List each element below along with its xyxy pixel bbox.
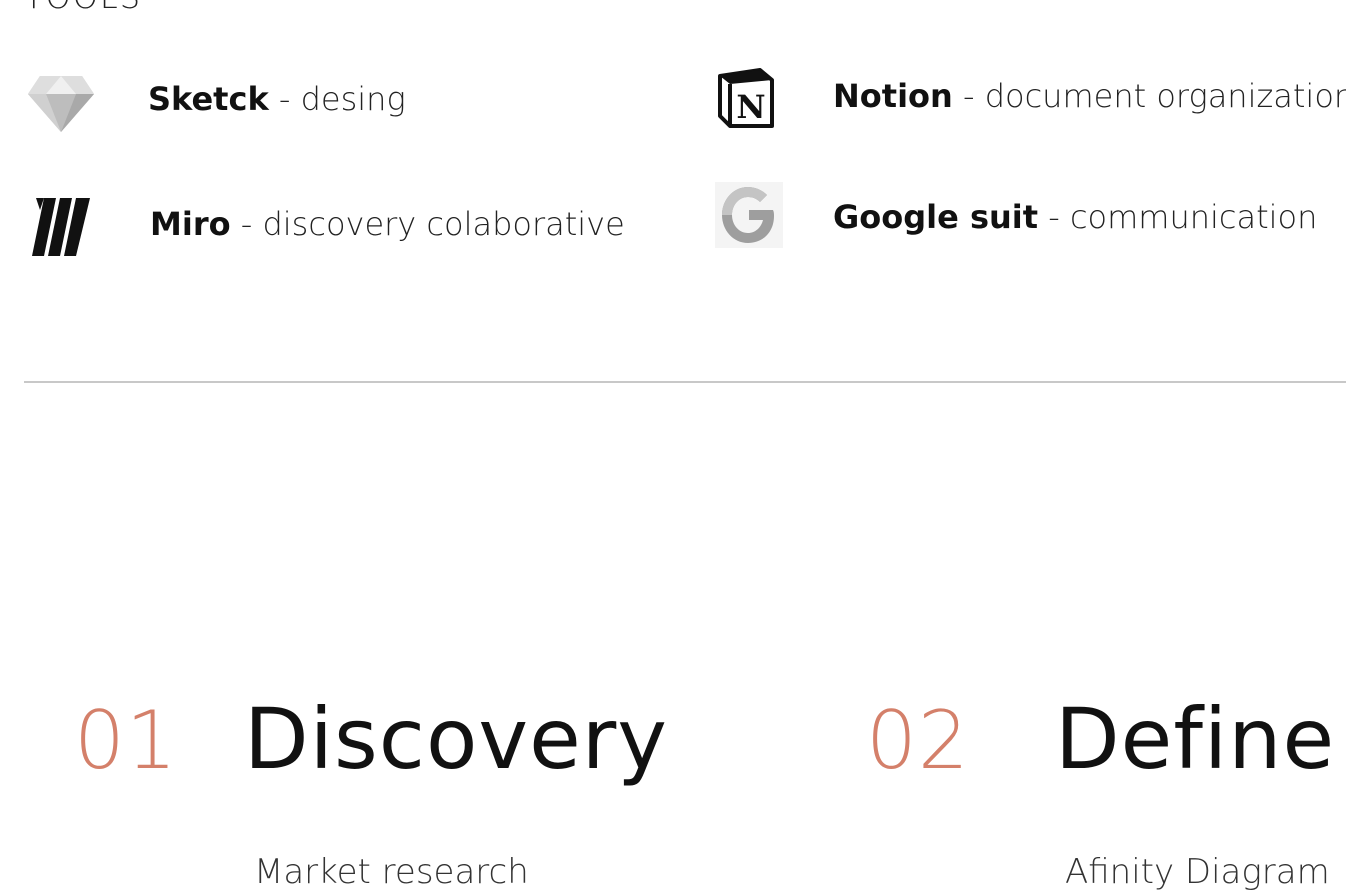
miro-icon bbox=[32, 198, 90, 256]
phase-number: 01 bbox=[74, 694, 178, 787]
tool-name: Miro bbox=[150, 205, 231, 243]
tool-separator: - bbox=[230, 205, 263, 243]
tool-name: Notion bbox=[833, 77, 953, 115]
tool-notion: Notion - document organization bbox=[833, 77, 1346, 115]
tool-description: desing bbox=[300, 80, 406, 118]
tool-separator: - bbox=[952, 77, 985, 115]
tool-miro: Miro - discovery colaborative bbox=[150, 205, 625, 243]
phase-item: Afinity Diagram bbox=[1065, 852, 1330, 892]
phase-item: Market research bbox=[254, 852, 529, 892]
google-g-icon bbox=[715, 182, 783, 248]
tool-name: Google suit bbox=[833, 198, 1039, 236]
tool-google: Google suit - communication bbox=[833, 198, 1317, 236]
tool-separator: - bbox=[1038, 198, 1070, 236]
tool-name: Sketck bbox=[148, 80, 269, 118]
notion-icon: N bbox=[718, 68, 774, 128]
tool-description: communication bbox=[1069, 198, 1318, 236]
tool-separator: - bbox=[268, 80, 301, 118]
section-title: TOOLS bbox=[24, 0, 142, 16]
phase-title: Define bbox=[1055, 690, 1336, 788]
tool-description: discovery colaborative bbox=[262, 205, 625, 243]
section-divider bbox=[24, 381, 1346, 383]
tool-sketch: Sketck - desing bbox=[148, 80, 406, 118]
tool-description: document organization bbox=[984, 77, 1346, 115]
svg-text:N: N bbox=[736, 88, 765, 126]
sketch-diamond-icon bbox=[28, 76, 94, 132]
phase-title: Discovery bbox=[244, 690, 668, 788]
phase-number: 02 bbox=[866, 694, 970, 787]
